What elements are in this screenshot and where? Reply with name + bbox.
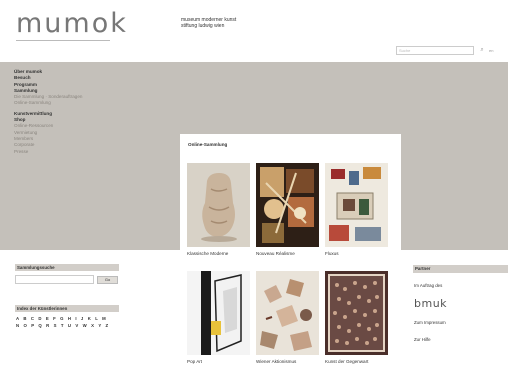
- nav-presse[interactable]: Presse: [14, 149, 82, 155]
- impressum-link[interactable]: Zum Impressum: [414, 320, 446, 325]
- partner-link-auftrag[interactable]: Im Auftrag des: [414, 283, 442, 288]
- fluxus-image: [325, 163, 388, 247]
- logo-underline: [16, 40, 110, 41]
- assemblage-image: [256, 163, 319, 247]
- caption-klassische-moderne[interactable]: Klassische Moderne: [187, 251, 228, 256]
- thumb-fluxus[interactable]: [325, 163, 388, 247]
- tagline: museum moderner kunst stiftung ludwig wi…: [181, 17, 236, 29]
- online-collection-panel: Online-Sammlung Klassische Moderne Nouve…: [180, 134, 401, 365]
- hilfe-link[interactable]: Zur Hilfe: [414, 337, 431, 342]
- sammlungssuche-title: Sammlungssuche: [15, 264, 119, 271]
- thumb-klassische-moderne[interactable]: [187, 163, 250, 247]
- tagline-line-2: stiftung ludwig wien: [181, 23, 225, 29]
- thumb-wiener-aktionismus[interactable]: [256, 271, 319, 355]
- header-search: Suche ⌕ en: [396, 46, 493, 55]
- language-switch[interactable]: en: [489, 48, 493, 53]
- partner-title: Partner: [413, 265, 508, 273]
- caption-pop-art[interactable]: Pop Art: [187, 359, 202, 364]
- pop-art-image: [187, 271, 250, 355]
- alphabet-row-2[interactable]: N O P Q R S T U V W X Y Z: [16, 323, 110, 328]
- aktionismus-image: [256, 271, 319, 355]
- search-input[interactable]: Suche: [396, 46, 474, 55]
- bmuk-logo[interactable]: bmuk: [414, 297, 447, 310]
- sammlungssuche-button[interactable]: Go: [97, 276, 118, 284]
- caption-wiener-aktionismus[interactable]: Wiener Aktionismus: [256, 359, 296, 364]
- artist-index-title: Index der Künstlerinnen: [15, 305, 119, 312]
- thumb-pop-art[interactable]: [187, 271, 250, 355]
- sculpture-image: [187, 163, 250, 247]
- panel-title: Online-Sammlung: [188, 142, 228, 147]
- main-navigation: Über mumok Besuch Programm Sammlung Die …: [14, 69, 82, 155]
- thumb-kunst-der-gegenwart[interactable]: [325, 271, 388, 355]
- thumb-nouveau-realisme[interactable]: [256, 163, 319, 247]
- mumok-logo[interactable]: mumok: [16, 8, 128, 39]
- search-icon[interactable]: ⌕: [477, 46, 487, 55]
- caption-nouveau-realisme[interactable]: Nouveau Réalisme: [256, 251, 295, 256]
- alphabet-row-1[interactable]: A B C D E F G H I J K L M: [16, 316, 107, 321]
- crowd-image: [325, 271, 388, 355]
- caption-kunst-der-gegenwart[interactable]: Kunst der Gegenwart: [325, 359, 368, 364]
- caption-fluxus[interactable]: Fluxus: [325, 251, 339, 256]
- sammlungssuche-input[interactable]: [15, 275, 94, 284]
